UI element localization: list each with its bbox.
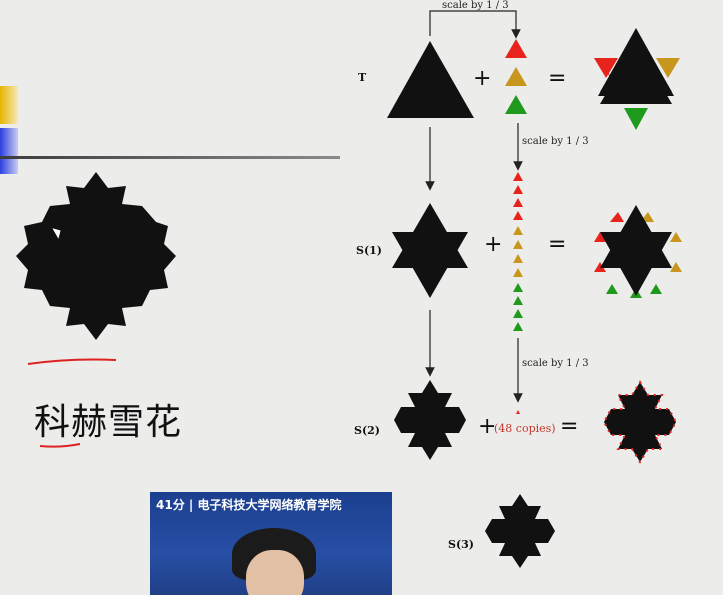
koch-snowflake-large: [16, 172, 176, 340]
koch-s3: [485, 494, 555, 568]
scale-note-mid: scale by 1 / 3: [522, 136, 589, 147]
small-triangle-red: [505, 39, 527, 58]
result-star-1: [594, 28, 680, 130]
result-koch-s2: [602, 380, 678, 464]
plus-sign-1: +: [473, 66, 492, 91]
label-s3: S(3): [448, 538, 475, 551]
small-triangle-green: [505, 95, 527, 114]
top-bracket-arrow: [429, 10, 521, 39]
video-overlay[interactable]: 41分 | 电子科技大学网络教育学院: [150, 492, 392, 595]
video-caption: 41分 | 电子科技大学网络教育学院: [156, 498, 342, 512]
slide-title: 科赫雪花: [34, 402, 183, 443]
star-s1: [392, 203, 468, 298]
equals-sign-1: =: [548, 66, 567, 91]
triangle-t: [387, 41, 474, 118]
copies-note: (48 copies): [494, 422, 556, 435]
scale-note-top: scale by 1 / 3: [442, 0, 509, 11]
small-triangle-gold: [505, 67, 527, 86]
label-s1: S(1): [356, 244, 383, 257]
equals-sign-2: =: [548, 232, 567, 257]
label-t: T: [358, 71, 367, 84]
koch-s2: [394, 380, 466, 460]
underline-red-top: [27, 358, 117, 365]
label-s2: S(2): [354, 424, 381, 437]
small-triangle-column: [513, 172, 523, 331]
presenter-face: [246, 550, 304, 595]
plus-sign-2: +: [484, 232, 503, 257]
tiny-triangle: [516, 410, 520, 414]
result-star-2: [594, 205, 682, 298]
equals-sign-3: =: [560, 414, 579, 439]
scale-note-low: scale by 1 / 3: [522, 358, 589, 369]
